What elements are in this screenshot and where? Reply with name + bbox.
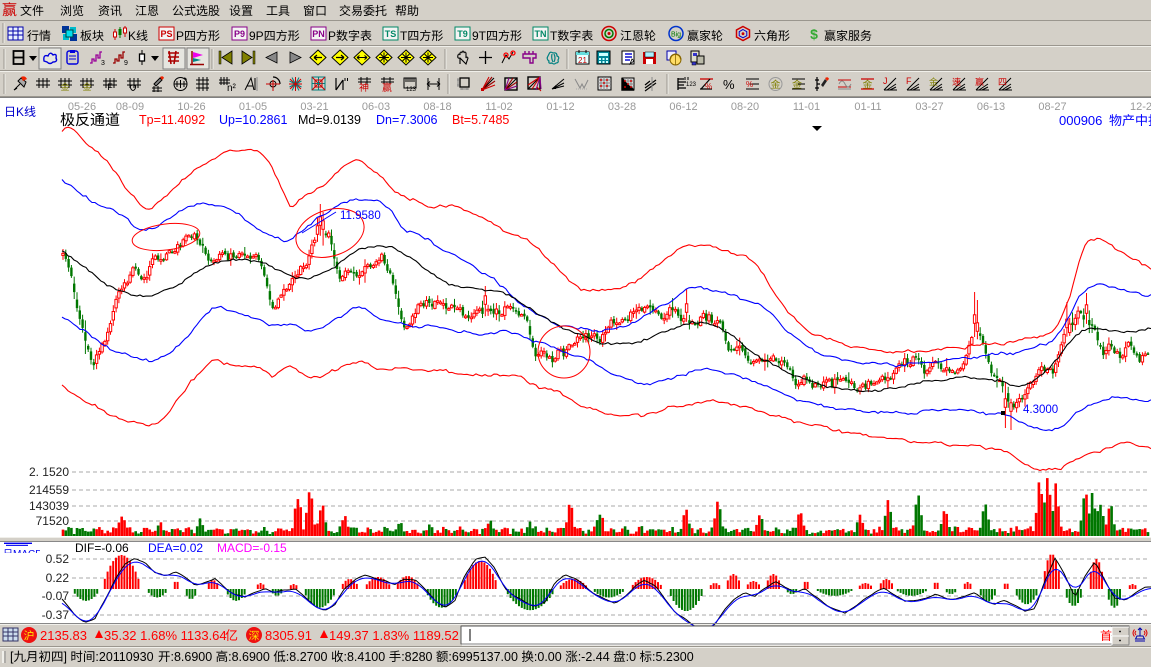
svg-text:Md=9.0139: Md=9.0139	[298, 113, 361, 127]
svg-text:149.37 1.83% 1189.52: 149.37 1.83% 1189.52	[329, 628, 459, 643]
svg-text:[: [	[10, 650, 14, 664]
svg-text:J: J	[883, 76, 888, 86]
svg-text:0.22: 0.22	[46, 571, 70, 585]
svg-text:9: 9	[124, 60, 128, 67]
svg-text:214559: 214559	[29, 483, 69, 497]
svg-text:03-28: 03-28	[608, 101, 636, 113]
svg-text:3: 3	[101, 60, 105, 67]
svg-text:P: P	[176, 29, 184, 43]
svg-text:]: ]	[64, 650, 67, 664]
svg-text:F: F	[906, 76, 912, 86]
svg-text:Up=10.2861: Up=10.2861	[219, 113, 288, 127]
svg-text:08-27: 08-27	[1038, 101, 1066, 113]
svg-text:K: K	[16, 105, 24, 119]
svg-text:-0.37: -0.37	[42, 608, 70, 622]
svg-text:%: %	[723, 77, 735, 92]
svg-text:03-27: 03-27	[915, 101, 943, 113]
svg-text:35.32 1.68% 1133.64: 35.32 1.68% 1133.64	[104, 628, 227, 643]
svg-text::0: :0	[626, 650, 636, 664]
svg-text:DEA=0.02: DEA=0.02	[148, 541, 203, 555]
svg-text:2. 1520: 2. 1520	[29, 465, 69, 479]
svg-text::20110930: :20110930	[95, 650, 153, 664]
svg-text:%: %	[746, 80, 753, 89]
svg-text:9P: 9P	[249, 29, 264, 43]
svg-text::6995137.00: :6995137.00	[448, 650, 518, 664]
svg-text:143039: 143039	[29, 499, 69, 513]
svg-text:01-05: 01-05	[239, 101, 267, 113]
svg-text::8.4100: :8.4100	[344, 650, 386, 664]
svg-text:%: %	[705, 82, 712, 91]
svg-text:K: K	[128, 29, 136, 43]
svg-text:10-26: 10-26	[177, 101, 205, 113]
svg-text:Big: Big	[671, 32, 681, 39]
svg-text:Bt=5.7485: Bt=5.7485	[452, 113, 509, 127]
svg-text:F: F	[107, 82, 113, 92]
svg-text:2135.83: 2135.83	[40, 628, 87, 643]
svg-text:T: T	[400, 29, 408, 43]
svg-text:01-12: 01-12	[546, 101, 574, 113]
svg-text:000906: 000906	[1059, 113, 1102, 128]
svg-text::8.6900: :8.6900	[171, 650, 213, 664]
svg-text:71520: 71520	[36, 514, 70, 528]
svg-text:TN: TN	[535, 29, 547, 39]
svg-text:08-20: 08-20	[731, 101, 759, 113]
svg-text:T: T	[550, 29, 558, 43]
svg-text:PS: PS	[160, 29, 172, 39]
svg-text::8.6900: :8.6900	[228, 650, 270, 664]
svg-text:8305.91: 8305.91	[265, 628, 312, 643]
svg-text:123: 123	[686, 82, 697, 88]
svg-text:-0.07: -0.07	[42, 589, 70, 603]
svg-text::0.00: :0.00	[534, 650, 562, 664]
svg-text:TS: TS	[385, 29, 397, 39]
svg-text:05-26: 05-26	[68, 101, 96, 113]
svg-text:9T: 9T	[472, 29, 487, 43]
svg-text:Dn=7.3006: Dn=7.3006	[376, 113, 438, 127]
svg-text:123: 123	[406, 87, 417, 93]
svg-text::8280: :8280	[401, 650, 432, 664]
svg-text:03-21: 03-21	[300, 101, 328, 113]
svg-text:11-02: 11-02	[485, 101, 512, 113]
svg-text:4.3000: 4.3000	[1023, 404, 1058, 416]
svg-text:$: $	[810, 26, 818, 42]
svg-text:06-03: 06-03	[362, 101, 390, 113]
svg-text:Tp=11.4092: Tp=11.4092	[139, 113, 205, 127]
svg-text:01-11: 01-11	[854, 101, 881, 113]
svg-text:06-13: 06-13	[977, 101, 1005, 113]
svg-text:11.9580: 11.9580	[340, 210, 381, 222]
svg-text:T9: T9	[457, 29, 468, 39]
svg-text::8.2700: :8.2700	[286, 650, 328, 664]
svg-text::-2.44: :-2.44	[578, 650, 610, 664]
svg-text:0.52: 0.52	[46, 552, 70, 566]
svg-text::5.2300: :5.2300	[652, 650, 694, 664]
svg-text:n²: n²	[227, 83, 237, 94]
svg-text:MACD=-0.15: MACD=-0.15	[217, 541, 287, 555]
svg-text:P9: P9	[234, 29, 245, 39]
svg-text:06-12: 06-12	[669, 101, 697, 113]
svg-text:08-18: 08-18	[423, 101, 451, 113]
svg-text:DIF=-0.06: DIF=-0.06	[75, 541, 129, 555]
svg-text:08-09: 08-09	[116, 101, 144, 113]
svg-text:21: 21	[578, 56, 587, 65]
svg-text:P: P	[328, 29, 336, 43]
svg-text:12-2: 12-2	[1130, 101, 1151, 113]
svg-text:11-01: 11-01	[793, 101, 820, 113]
svg-text:PN: PN	[312, 29, 325, 39]
